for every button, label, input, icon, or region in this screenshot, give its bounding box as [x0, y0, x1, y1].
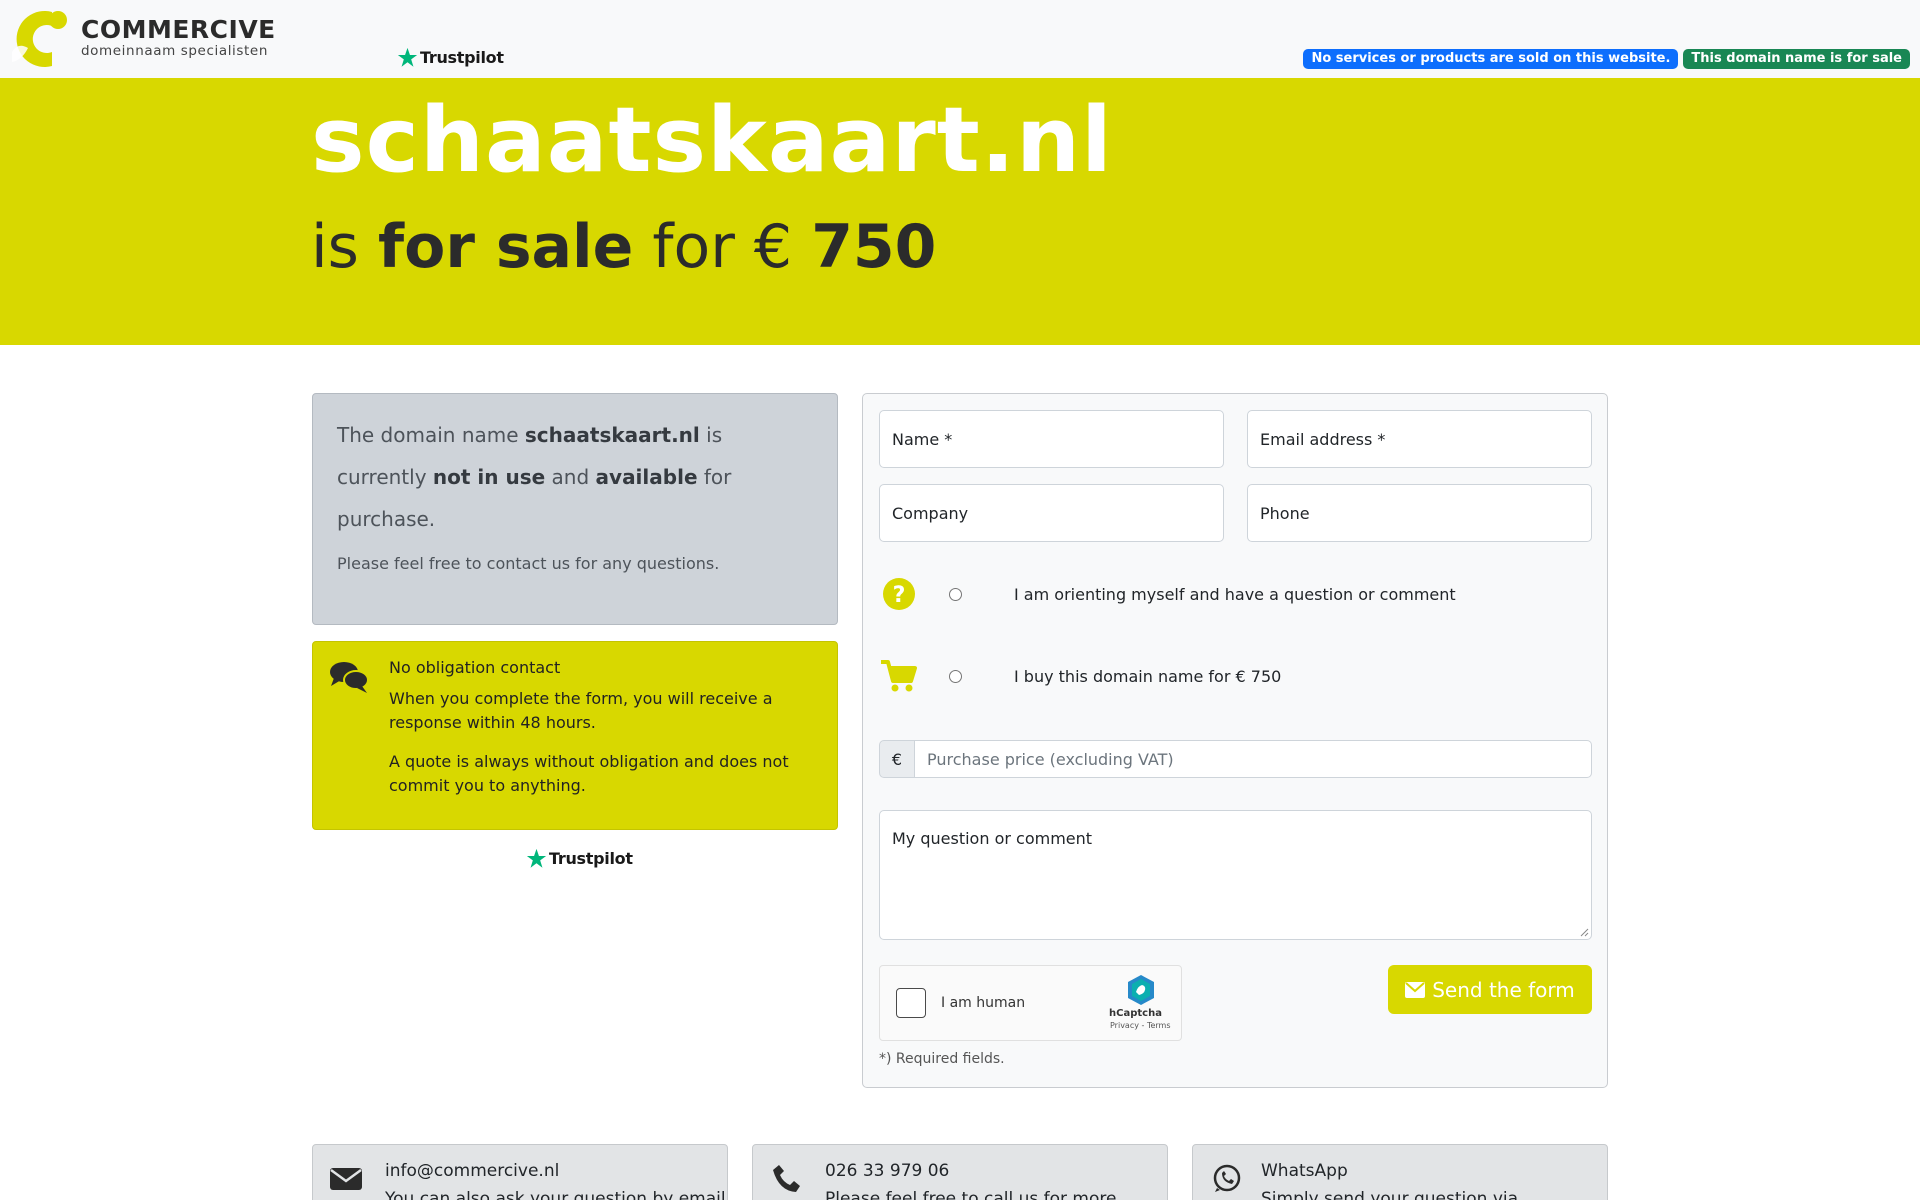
envelope-icon: [1405, 981, 1426, 998]
svg-text:?: ?: [893, 583, 906, 608]
contact-title: No obligation contact: [389, 658, 561, 677]
info-text-1: The domain name: [337, 423, 519, 447]
comments-icon: [330, 662, 369, 693]
hero-for-price: for €: [652, 212, 793, 282]
resize-grip-icon[interactable]: [1580, 928, 1589, 937]
info-available: available: [595, 465, 698, 489]
question-circle-icon: ?: [879, 574, 919, 614]
brand-tagline: domeinnaam specialisten: [81, 43, 268, 59]
contact-quote-text: A quote is always without obligation and…: [389, 752, 789, 795]
commercive-logo-icon[interactable]: [8, 8, 72, 70]
trustpilot-link[interactable]: Trustpilot: [397, 47, 504, 68]
option-buy-label[interactable]: I buy this domain name for € 750: [1014, 667, 1281, 686]
captcha-checkbox[interactable]: [896, 988, 926, 1018]
top-navbar: COMMERCIVE domeinnaam specialisten Trust…: [0, 0, 1920, 78]
whatsapp-description: Simply send your question via: [1261, 1189, 1519, 1200]
hero-price-line: is for sale for € 750: [311, 217, 936, 277]
trustpilot-label: Trustpilot: [420, 48, 504, 67]
no-obligation-card: No obligation contact When you complete …: [312, 641, 838, 830]
whatsapp-title[interactable]: WhatsApp: [1261, 1161, 1348, 1181]
send-form-label: Send the form: [1432, 977, 1575, 1002]
header-badges: No services or products are sold on this…: [1303, 49, 1910, 69]
phone-description: Please feel free to call us for more: [825, 1189, 1117, 1200]
info-not-in-use: not in use: [432, 465, 546, 489]
shopping-cart-icon: [879, 656, 919, 696]
hcaptcha-logo-icon: [1128, 975, 1154, 1005]
email-address[interactable]: info@commercive.nl: [385, 1161, 559, 1181]
phone-number[interactable]: 026 33 979 06: [825, 1161, 949, 1181]
for-sale-badge: This domain name is for sale: [1683, 49, 1910, 69]
comment-placeholder: My question or comment: [892, 829, 1093, 848]
phone-field[interactable]: Phone: [1247, 484, 1592, 542]
whatsapp-contact-card[interactable]: WhatsApp Simply send your question via: [1192, 1144, 1608, 1200]
option-buy-row[interactable]: I buy this domain name for € 750: [879, 656, 1281, 696]
whatsapp-icon: [1213, 1164, 1241, 1192]
option-question-row[interactable]: ? I am orienting myself and have a quest…: [879, 574, 1456, 614]
hcaptcha-brand: hCaptcha: [1109, 1008, 1162, 1019]
company-field[interactable]: Company: [879, 484, 1224, 542]
contact-response-text: When you complete the form, you will rec…: [389, 689, 773, 732]
option-question-label[interactable]: I am orienting myself and have a questio…: [1014, 585, 1456, 604]
trustpilot-widget[interactable]: Trustpilot: [526, 848, 633, 869]
phone-icon: [773, 1165, 800, 1192]
email-description: You can also ask your question by email: [385, 1189, 726, 1200]
email-contact-card[interactable]: info@commercive.nl You can also ask your…: [312, 1144, 728, 1200]
info-domain: schaatskaart.nl: [524, 423, 700, 447]
hcaptcha-widget: I am human hCaptcha Privacy - Terms: [879, 965, 1182, 1041]
name-field[interactable]: Name *: [879, 410, 1224, 468]
domain-info-card: The domain name schaatskaart.nl is curre…: [312, 393, 838, 625]
no-services-badge: No services or products are sold on this…: [1303, 49, 1679, 69]
phone-contact-card[interactable]: 026 33 979 06 Please feel free to call u…: [752, 1144, 1168, 1200]
required-fields-note: *) Required fields.: [879, 1051, 1005, 1067]
send-form-button[interactable]: Send the form: [1388, 965, 1592, 1014]
email-field[interactable]: Email address *: [1247, 410, 1592, 468]
trustpilot-star-icon: [397, 47, 418, 67]
hero-is: is: [311, 212, 359, 282]
option-buy-radio[interactable]: [949, 669, 962, 683]
hcaptcha-privacy-terms[interactable]: Privacy - Terms: [1110, 1021, 1171, 1030]
envelope-icon: [330, 1168, 362, 1190]
info-contact-note: Please feel free to contact us for any q…: [337, 554, 720, 573]
purchase-price-input[interactable]: Purchase price (excluding VAT): [915, 740, 1592, 778]
captcha-label: I am human: [941, 995, 1026, 1011]
option-question-radio[interactable]: [949, 587, 962, 601]
currency-addon: €: [879, 740, 915, 778]
purchase-price-group: € Purchase price (excluding VAT): [879, 740, 1592, 778]
contact-form: Name * Email address * Company Phone ? I…: [862, 393, 1608, 1088]
trustpilot-label: Trustpilot: [549, 849, 633, 868]
info-text-3: and: [551, 465, 590, 489]
domain-status-text: The domain name schaatskaart.nl is curre…: [337, 414, 813, 540]
hero-price: 750: [811, 212, 937, 282]
hero-for-sale: for sale: [378, 212, 634, 282]
comment-textarea[interactable]: My question or comment: [879, 810, 1592, 940]
trustpilot-star-icon: [526, 848, 547, 868]
brand-name[interactable]: COMMERCIVE: [81, 15, 276, 44]
hero-domain-title: schaatskaart.nl: [311, 88, 1113, 193]
